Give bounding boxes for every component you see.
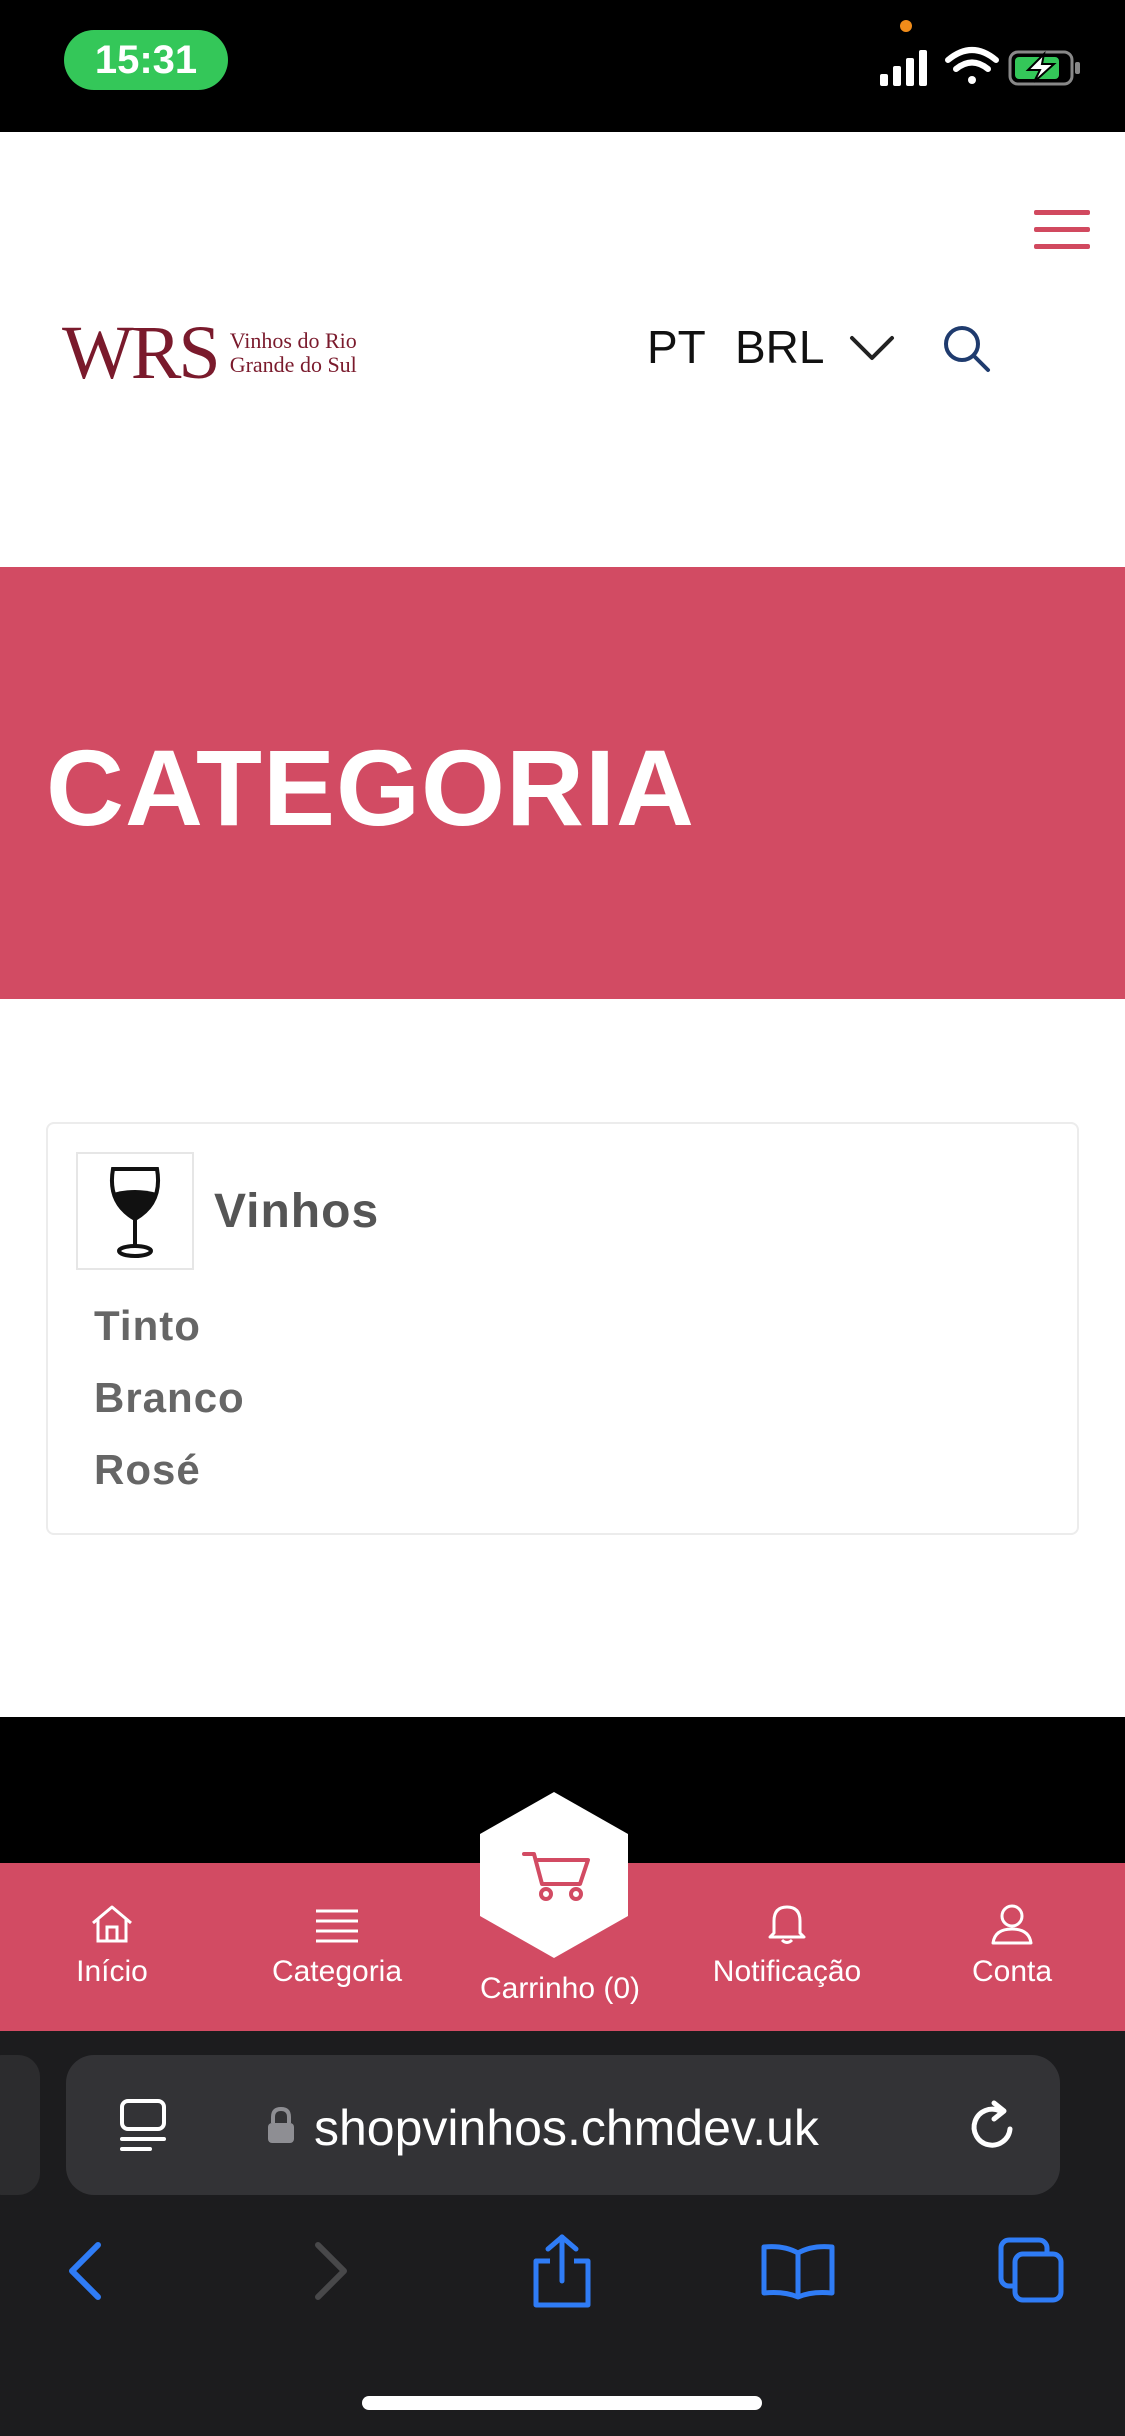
nav-home[interactable]: Início: [12, 1903, 212, 1989]
browser-toolbar: shopvinhos.chmdev.uk: [0, 2031, 1125, 2436]
subcategory-link[interactable]: Rosé: [94, 1446, 201, 1494]
url-text[interactable]: shopvinhos.chmdev.uk: [314, 2099, 819, 2157]
book-icon: [761, 2244, 835, 2300]
nav-notifications[interactable]: Notificação: [687, 1903, 887, 1989]
forward-button[interactable]: [290, 2231, 370, 2311]
address-bar[interactable]: shopvinhos.chmdev.uk: [66, 2055, 1060, 2195]
tabs-button[interactable]: [992, 2231, 1072, 2311]
wine-glass-icon: [76, 1152, 194, 1270]
nav-cart-button[interactable]: [478, 1790, 630, 1960]
nav-category-label: Categoria: [271, 1955, 403, 1988]
nav-account[interactable]: Conta: [912, 1903, 1112, 1989]
subcategory-link[interactable]: Branco: [94, 1374, 245, 1422]
tabs-icon: [998, 2237, 1064, 2303]
home-icon: [92, 1905, 132, 1943]
reload-icon[interactable]: [966, 2095, 1022, 2155]
menu-hamburger-icon[interactable]: [1034, 210, 1090, 250]
status-bar: 15:31: [0, 0, 1125, 132]
user-icon: [991, 1904, 1033, 1945]
home-indicator[interactable]: [362, 2396, 762, 2410]
nav-home-label: Início: [76, 1955, 148, 1988]
subcategory-link[interactable]: Tinto: [94, 1302, 201, 1350]
share-icon: [533, 2234, 591, 2308]
site-logo[interactable]: WRS Vinhos do Rio Grande do Sul: [62, 308, 362, 398]
lock-icon: [268, 2107, 294, 2143]
status-time: 15:31: [64, 30, 228, 90]
nav-category[interactable]: Categoria: [237, 1903, 437, 1989]
nav-notifications-label: Notificação: [712, 1955, 862, 1988]
chevron-down-icon[interactable]: [848, 332, 896, 364]
bell-icon: [768, 1905, 806, 1944]
category-card: Vinhos Tinto Branco Rosé: [46, 1122, 1079, 1535]
category-title[interactable]: Vinhos: [214, 1184, 379, 1239]
page-title: CATEGORIA: [46, 727, 695, 848]
page-format-icon[interactable]: [116, 2095, 170, 2155]
hero-banner: CATEGORIA: [0, 567, 1125, 999]
logo-subtitle: Vinhos do Rio Grande do Sul: [229, 328, 357, 377]
nav-cart-label[interactable]: Carrinho (0): [460, 1972, 660, 2006]
share-button[interactable]: [522, 2231, 602, 2311]
privacy-indicator-icon: [900, 20, 912, 32]
web-page: WRS Vinhos do Rio Grande do Sul PT BRL C…: [0, 132, 1125, 1717]
back-button[interactable]: [46, 2231, 126, 2311]
signal-icon: [880, 50, 927, 86]
wifi-icon: [945, 47, 999, 84]
chevron-right-icon: [315, 2242, 347, 2300]
bookmarks-button[interactable]: [758, 2231, 838, 2311]
list-icon: [316, 1909, 358, 1943]
language-selector[interactable]: PT: [647, 320, 706, 374]
logo-wordmark: WRS: [62, 311, 221, 395]
previous-tab-preview[interactable]: [0, 2055, 40, 2195]
search-icon[interactable]: [940, 322, 992, 374]
battery-charging-icon: [1008, 50, 1080, 86]
status-icons: [880, 47, 1080, 86]
currency-selector[interactable]: BRL: [735, 320, 824, 374]
chevron-left-icon: [69, 2242, 101, 2300]
nav-account-label: Conta: [971, 1955, 1053, 1988]
